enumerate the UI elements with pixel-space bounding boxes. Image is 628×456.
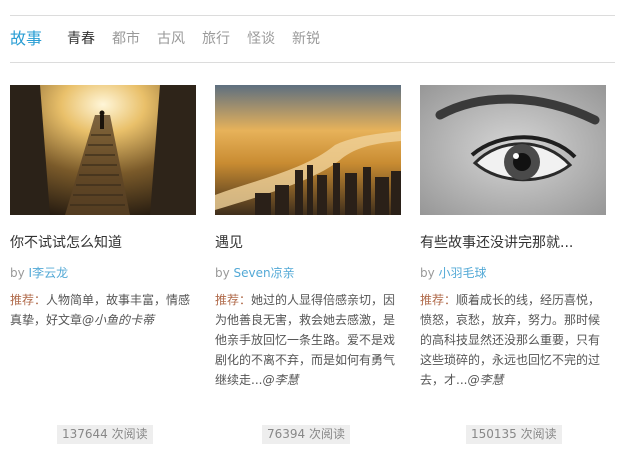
by-label: by xyxy=(420,266,435,280)
tab-ancient[interactable]: 古风 xyxy=(157,29,185,49)
story-title[interactable]: 遇见 xyxy=(215,233,401,253)
tab-youth[interactable]: 青春 xyxy=(67,29,95,49)
recommendation: 推荐：人物简单，故事丰富，情感真挚，好文章@小鱼的卡蒂 xyxy=(10,290,196,330)
escalator-photo[interactable] xyxy=(10,85,196,215)
recommend-label: 推荐： xyxy=(10,293,47,307)
eye-photo[interactable] xyxy=(420,85,606,215)
story-title[interactable]: 有些故事还没讲完那就... xyxy=(420,233,606,253)
tab-story[interactable]: 故事 xyxy=(10,29,42,49)
story-byline: by 小羽毛球 xyxy=(420,265,606,281)
by-label: by xyxy=(215,266,230,280)
tab-strange-tales[interactable]: 怪谈 xyxy=(247,29,275,49)
tab-city[interactable]: 都市 xyxy=(112,29,140,49)
read-count: 76394 次阅读 xyxy=(262,425,350,444)
story-card: 你不试试怎么知道 by I李云龙 推荐：人物简单，故事丰富，情感真挚，好文章@小… xyxy=(10,85,196,330)
recommend-text: 她过的人显得倍感亲切，因为他善良无害，救会她去感激，是他亲手放回忆一条生路。爱不… xyxy=(215,293,396,387)
top-divider xyxy=(10,15,615,16)
author-link[interactable]: I李云龙 xyxy=(29,266,69,280)
recommendation: 推荐：顺着成长的线，经历喜悦，愤怒，哀愁，放弃，努力。那时候的高科技显然还没那么… xyxy=(420,290,606,390)
author-link[interactable]: Seven凉亲 xyxy=(234,266,295,280)
by-label: by xyxy=(10,266,25,280)
recommend-signature: @李慧 xyxy=(467,373,504,387)
story-byline: by I李云龙 xyxy=(10,265,196,281)
recommend-signature: @李慧 xyxy=(262,373,299,387)
recommend-label: 推荐： xyxy=(215,293,252,307)
tab-new-talent[interactable]: 新锐 xyxy=(292,29,320,49)
city-river-photo[interactable] xyxy=(215,85,401,215)
story-byline: by Seven凉亲 xyxy=(215,265,401,281)
tabs-divider xyxy=(10,62,615,63)
author-link[interactable]: 小羽毛球 xyxy=(439,266,487,280)
recommend-text: 顺着成长的线，经历喜悦，愤怒，哀愁，放弃，努力。那时候的高科技显然还没那么重要，… xyxy=(420,293,601,387)
read-count: 150135 次阅读 xyxy=(466,425,562,444)
category-tabs: 故事 青春 都市 古风 旅行 怪谈 新锐 xyxy=(10,29,337,49)
recommend-signature: @小鱼的卡蒂 xyxy=(82,313,155,327)
story-card: 遇见 by Seven凉亲 推荐：她过的人显得倍感亲切，因为他善良无害，救会她去… xyxy=(215,85,401,390)
story-title[interactable]: 你不试试怎么知道 xyxy=(10,233,196,253)
tab-travel[interactable]: 旅行 xyxy=(202,29,230,49)
recommendation: 推荐：她过的人显得倍感亲切，因为他善良无害，救会她去感激，是他亲手放回忆一条生路… xyxy=(215,290,401,390)
read-count: 137644 次阅读 xyxy=(57,425,153,444)
recommend-label: 推荐： xyxy=(420,293,457,307)
story-card: 有些故事还没讲完那就... by 小羽毛球 推荐：顺着成长的线，经历喜悦，愤怒，… xyxy=(420,85,606,390)
